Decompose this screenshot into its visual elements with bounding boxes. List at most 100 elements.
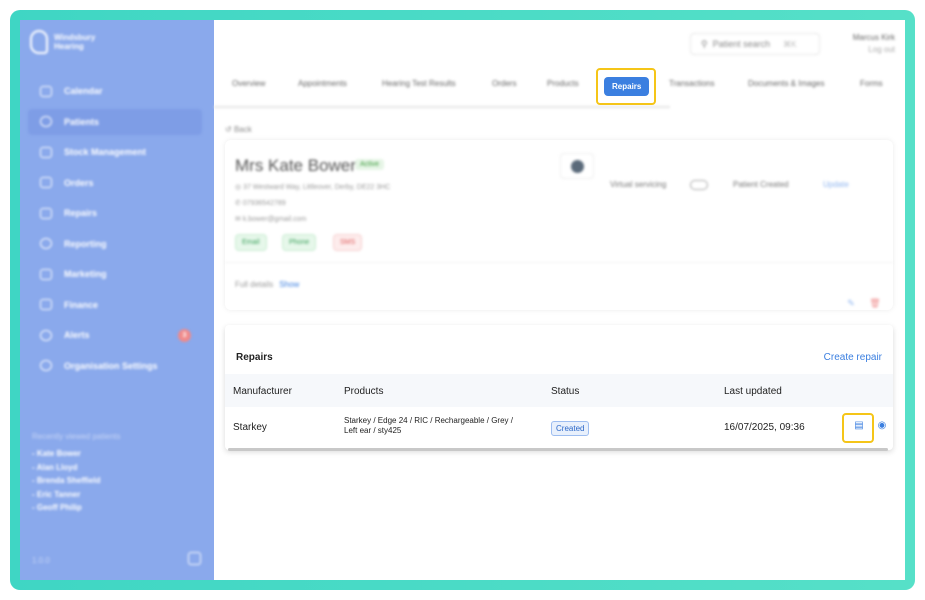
- sidebar-item-label: Repairs: [64, 208, 98, 218]
- sidebar-item-label: Stock Management: [64, 147, 147, 157]
- patient-summary-card: Mrs Kate Bower Active ◎ 37 Westward Way,…: [225, 140, 893, 310]
- app-window: Windsbury Hearing Calendar Patients Stoc…: [20, 20, 905, 580]
- recent-patient-link[interactable]: - Alan Lloyd: [32, 463, 121, 472]
- stock-icon: [40, 146, 52, 158]
- tab-transactions[interactable]: Transactions: [669, 79, 715, 88]
- row-last-updated: 16/07/2025, 09:36: [724, 422, 805, 433]
- row-products: Starkey / Edge 24 / RIC / Rechargeable /…: [344, 416, 534, 436]
- patient-phone-text: 07936542789: [242, 200, 286, 207]
- table-row[interactable]: Starkey Starkey / Edge 24 / RIC / Rechar…: [225, 407, 893, 445]
- recent-patient-link[interactable]: - Kate Bower: [32, 449, 121, 458]
- logout-link[interactable]: Log out: [853, 44, 895, 56]
- patient-name: Mrs Kate Bower: [235, 156, 356, 175]
- patient-email: ✉ k.bower@gmail.com: [235, 215, 306, 223]
- recent-patient-link[interactable]: - Geoff Philip: [32, 503, 121, 512]
- recent-patient-link[interactable]: - Brenda Sheffield: [32, 476, 121, 485]
- user-menu: Marcus Kirk Log out: [853, 32, 895, 56]
- sidebar-item-label: Reporting: [64, 238, 107, 249]
- tab-overview[interactable]: Overview: [232, 79, 265, 88]
- edit-patient-icon[interactable]: ✎: [841, 293, 861, 313]
- status-badge: Created: [551, 421, 590, 436]
- patient-address: ◎ 37 Westward Way, Littleover, Derby, DE…: [235, 183, 390, 191]
- contact-phone-chip[interactable]: Phone: [282, 234, 317, 251]
- patient-email-text: k.bower@gmail.com: [242, 216, 307, 223]
- orders-icon: [40, 177, 52, 188]
- brand-name-line1: Windsbury: [54, 33, 96, 42]
- collapse-sidebar-icon[interactable]: [188, 552, 201, 565]
- virtual-servicing-label: Virtual servicing: [610, 180, 667, 189]
- column-status: Status: [551, 386, 580, 397]
- sidebar-item-stock-management[interactable]: Stock Management: [28, 139, 202, 165]
- patient-created-status: Patient Created: [733, 180, 789, 189]
- brand-logo[interactable]: Windsbury Hearing: [30, 30, 95, 54]
- user-name: Marcus Kirk: [852, 33, 895, 42]
- patient-address-text: 37 Westward Way, Littleover, Derby, DE22…: [243, 184, 391, 191]
- tab-products[interactable]: Products: [547, 79, 579, 88]
- sidebar-item-repairs[interactable]: Repairs: [28, 200, 202, 226]
- ear-logo-icon: [30, 30, 48, 54]
- globe-button[interactable]: [560, 153, 594, 179]
- card-divider: [225, 262, 893, 263]
- row-products-line1: Starkey / Edge 24 / RIC / Rechargeable /…: [344, 416, 513, 425]
- tab-hearing-test-results[interactable]: Hearing Test Results: [382, 79, 456, 88]
- wrench-icon: [40, 207, 52, 219]
- sidebar-item-label: Marketing: [64, 269, 107, 279]
- search-icon: ⚲: [701, 38, 708, 49]
- repairs-table-header: Manufacturer Products Status Last update…: [225, 374, 893, 407]
- sidebar-item-marketing[interactable]: Marketing: [28, 261, 202, 287]
- sidebar-item-calendar[interactable]: Calendar: [28, 78, 202, 104]
- recently-viewed-patients: Recently viewed patients - Kate Bower - …: [32, 432, 121, 517]
- tab-appointments[interactable]: Appointments: [298, 79, 347, 88]
- sidebar-item-finance[interactable]: Finance: [28, 292, 202, 318]
- sidebar-item-orders[interactable]: Orders: [28, 170, 202, 196]
- row-manufacturer: Starkey: [233, 422, 267, 433]
- column-products: Products: [344, 386, 384, 397]
- finance-icon: [40, 299, 52, 310]
- search-placeholder: Patient search: [712, 39, 771, 49]
- virtual-servicing-toggle[interactable]: [690, 180, 708, 190]
- contact-email-chip[interactable]: Email: [235, 234, 267, 251]
- sidebar-item-label: Patients: [64, 116, 100, 127]
- highlight-comment-button: [842, 413, 874, 443]
- eye-icon[interactable]: ◉: [874, 418, 890, 434]
- patient-search-input[interactable]: ⚲ Patient search ⌘K: [690, 33, 820, 55]
- patient-phone: ✆ 07936542789: [235, 199, 286, 207]
- highlight-repairs-tab: [596, 68, 656, 105]
- sidebar-item-patients[interactable]: Patients: [28, 108, 202, 135]
- contact-sms-chip[interactable]: SMS: [333, 234, 363, 251]
- mail-icon: [40, 268, 52, 280]
- row-products-line2: Left ear / sty425: [344, 426, 402, 435]
- alerts-count-badge: 3: [178, 329, 191, 342]
- tabs-underline: [214, 106, 670, 108]
- back-arrow-icon: ↺: [225, 125, 234, 134]
- sidebar-item-label: Alerts: [64, 330, 90, 340]
- show-details-link[interactable]: Show: [279, 280, 299, 289]
- back-link[interactable]: ↺ Back: [225, 125, 252, 134]
- search-shortcut: ⌘K: [783, 39, 797, 49]
- column-last-updated: Last updated: [724, 386, 782, 397]
- sidebar: Windsbury Hearing Calendar Patients Stoc…: [20, 20, 214, 580]
- sidebar-item-label: Organisation Settings: [64, 360, 158, 371]
- recent-patient-link[interactable]: - Eric Tanner: [32, 490, 121, 499]
- patient-status-badge: Active: [355, 159, 385, 170]
- gear-icon: [40, 360, 52, 371]
- app-version: 1.0.0: [32, 556, 50, 565]
- top-bar: ⚲ Patient search ⌘K Marcus Kirk Log out: [214, 20, 905, 65]
- delete-patient-icon[interactable]: 🗑: [865, 293, 885, 313]
- sidebar-item-label: Calendar: [64, 86, 103, 96]
- repairs-title: Repairs: [236, 352, 273, 363]
- create-repair-link[interactable]: Create repair: [824, 352, 882, 363]
- brand-name-line2: Hearing: [54, 42, 84, 51]
- sidebar-item-label: Finance: [64, 299, 99, 310]
- sidebar-item-alerts[interactable]: Alerts 3: [28, 322, 202, 348]
- mail-icon: ✉: [235, 216, 243, 223]
- tab-forms[interactable]: Forms: [860, 79, 883, 88]
- update-dropdown[interactable]: Update: [823, 180, 849, 189]
- sidebar-item-label: Orders: [64, 177, 94, 188]
- sidebar-item-organisation-settings[interactable]: Organisation Settings: [28, 353, 202, 379]
- location-icon: ◎: [235, 184, 244, 191]
- tab-documents-images[interactable]: Documents & Images: [748, 79, 824, 88]
- tab-orders[interactable]: Orders: [492, 79, 516, 88]
- table-scrollbar[interactable]: [228, 448, 888, 451]
- sidebar-item-reporting[interactable]: Reporting: [28, 231, 202, 257]
